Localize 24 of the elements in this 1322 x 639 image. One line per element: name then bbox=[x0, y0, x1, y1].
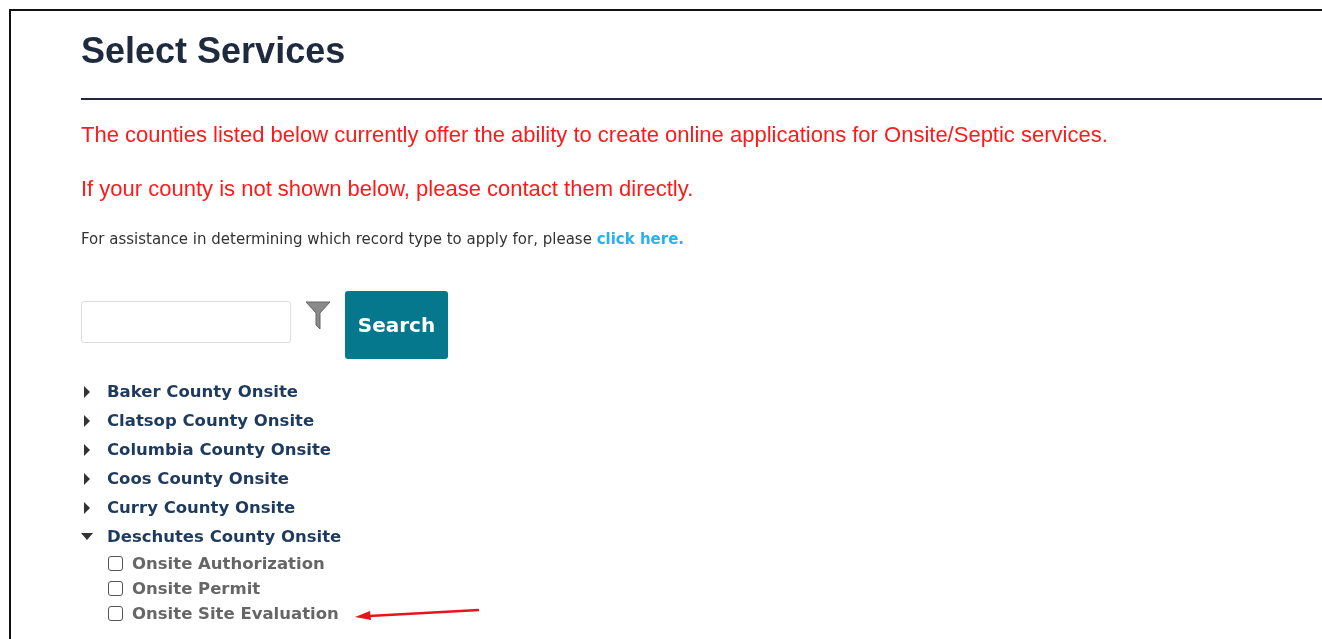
page-title: Select Services bbox=[81, 31, 347, 71]
service-label[interactable]: Onsite Site Evaluation bbox=[132, 604, 339, 623]
tree-item[interactable]: Deschutes County Onsite bbox=[107, 527, 342, 546]
search-button[interactable]: Search bbox=[345, 291, 448, 359]
tree-item[interactable]: Curry County Onsite bbox=[107, 498, 296, 517]
checkbox[interactable] bbox=[108, 556, 123, 571]
notice-text: The counties listed below currently offer the ability to create online applications for Onsite/Septic services. bbox=[81, 122, 1109, 147]
tree-item[interactable]: Columbia County Onsite bbox=[107, 440, 332, 459]
checkbox[interactable] bbox=[108, 606, 123, 621]
filter-icon[interactable] bbox=[305, 300, 331, 330]
search-field[interactable] bbox=[81, 301, 291, 343]
assistance-text: For assistance in determining which record type to apply for, please click here. bbox=[81, 230, 686, 248]
notice-text: If your county is not shown below, please contact them directly. bbox=[81, 176, 695, 201]
tree-item[interactable]: Clatsop County Onsite bbox=[107, 411, 315, 430]
checkbox[interactable] bbox=[108, 581, 123, 596]
caret-right-icon[interactable] bbox=[81, 501, 93, 514]
caret-right-icon[interactable] bbox=[81, 385, 93, 398]
tree-item[interactable]: Coos County Onsite bbox=[107, 469, 289, 488]
caret-right-icon[interactable] bbox=[81, 443, 93, 456]
service-label[interactable]: Onsite Permit bbox=[132, 579, 261, 598]
tree-item[interactable]: Baker County Onsite bbox=[107, 382, 298, 401]
caret-right-icon[interactable] bbox=[81, 414, 93, 427]
service-label[interactable]: Onsite Authorization bbox=[132, 554, 325, 573]
caret-right-icon[interactable] bbox=[81, 472, 93, 485]
